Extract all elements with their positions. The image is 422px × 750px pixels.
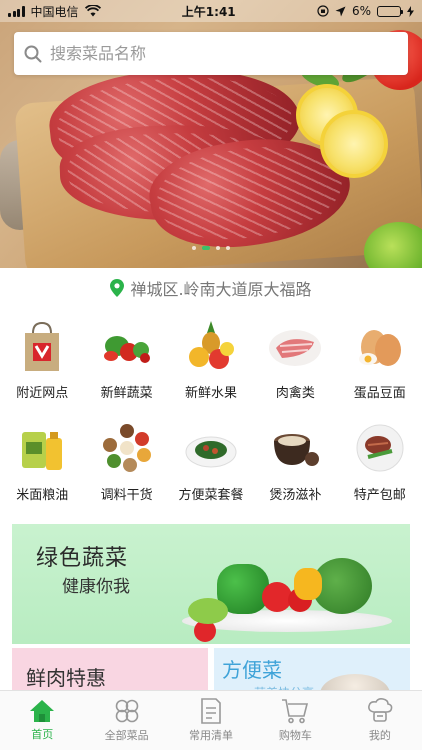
tab-label: 购物车 <box>278 729 312 742</box>
battery-icon <box>376 5 403 17</box>
oil-rice-icon <box>22 432 63 470</box>
app-screen: 中国电信 上午1:41 6% 搜索菜品名称 禅城区.岭南大道原大福路 附近网点 … <box>0 0 422 750</box>
orientation-lock-icon <box>317 5 329 17</box>
category-label: 调料干货 <box>100 488 153 503</box>
green-vegetables-banner[interactable]: 绿色蔬菜 健康你我 <box>12 524 410 644</box>
category-grid: 附近网点 新鲜蔬菜 新鲜水果 肉禽类 蛋品豆面 米面粮油 调料干货 方便菜套餐 … <box>0 318 422 510</box>
location-text: 禅城区.岭南大道原大福路 <box>130 280 312 299</box>
battery-percent: 6% <box>351 4 371 18</box>
home-icon <box>30 700 55 722</box>
card-title: 方便菜 <box>222 658 282 682</box>
charging-bolt-icon <box>406 5 414 17</box>
eggs-icon <box>358 330 401 366</box>
lettuce-image <box>188 598 228 624</box>
category-label: 新鲜水果 <box>184 386 237 401</box>
clock: 上午1:41 <box>181 4 236 19</box>
location-arrow-icon <box>335 6 346 16</box>
category-fresh-vegetables[interactable]: 新鲜蔬菜 <box>84 318 168 408</box>
tab-all-dishes[interactable]: 全部菜品 <box>84 691 168 750</box>
category-specialty-shipping[interactable]: 特产包邮 <box>338 420 422 510</box>
category-label: 新鲜蔬菜 <box>100 386 153 401</box>
search-icon <box>24 45 42 62</box>
tab-profile[interactable]: 我的 <box>338 691 422 750</box>
map-pin-icon <box>110 279 125 297</box>
banner-title: 绿色蔬菜 <box>36 546 129 571</box>
lemon-slice-image <box>320 110 388 178</box>
carousel-dot[interactable] <box>192 246 196 250</box>
tab-frequent-list[interactable]: 常用清单 <box>169 691 253 750</box>
fruits-icon <box>188 321 234 369</box>
tab-home[interactable]: 首页 <box>0 691 84 750</box>
category-label: 米面粮油 <box>16 488 69 503</box>
carousel-dot[interactable] <box>216 246 220 250</box>
carousel-dot-active[interactable] <box>202 246 210 250</box>
carousel-indicator[interactable] <box>192 246 230 250</box>
category-convenience-meals[interactable]: 方便菜套餐 <box>169 420 253 510</box>
carousel-dot[interactable] <box>226 246 230 250</box>
soup-pot-icon <box>274 434 320 466</box>
category-spices-dried[interactable]: 调料干货 <box>84 420 168 510</box>
category-label: 特产包邮 <box>353 488 406 503</box>
tab-label: 全部菜品 <box>104 729 149 742</box>
vegetables-icon <box>103 336 150 363</box>
wifi-icon <box>84 5 101 17</box>
meat-icon <box>269 330 322 366</box>
search-bar[interactable] <box>14 32 408 75</box>
bottom-tab-bar: 首页 全部菜品 常用清单 购物车 我的 <box>0 690 422 750</box>
tab-label: 常用清单 <box>189 729 234 742</box>
category-label: 煲汤滋补 <box>269 488 322 503</box>
shop-bag-icon <box>25 321 60 371</box>
chef-hat-icon <box>367 698 393 722</box>
tab-label: 首页 <box>31 728 54 741</box>
spices-icon <box>102 424 151 472</box>
carrier-name: 中国电信 <box>30 4 79 19</box>
category-soup-tonic[interactable]: 煲汤滋补 <box>253 420 337 510</box>
category-nearby-stores[interactable]: 附近网点 <box>0 318 84 408</box>
list-doc-icon <box>201 698 221 724</box>
cart-icon <box>282 699 309 724</box>
category-label: 蛋品豆面 <box>353 386 406 401</box>
search-input[interactable] <box>50 44 390 63</box>
banner-subtitle: 健康你我 <box>62 577 130 597</box>
yellow-pepper-image <box>294 568 322 600</box>
tab-label: 我的 <box>368 729 391 742</box>
category-label: 附近网点 <box>16 386 69 401</box>
cell-signal-icon <box>8 5 25 17</box>
category-label: 方便菜套餐 <box>178 488 244 503</box>
delivery-location[interactable]: 禅城区.岭南大道原大福路 <box>0 270 422 306</box>
tab-cart[interactable]: 购物车 <box>253 691 337 750</box>
category-eggs-tofu[interactable]: 蛋品豆面 <box>338 318 422 408</box>
category-meat-poultry[interactable]: 肉禽类 <box>253 318 337 408</box>
dish-icon <box>185 436 237 468</box>
grid-circles-icon <box>115 699 138 723</box>
category-fresh-fruits[interactable]: 新鲜水果 <box>169 318 253 408</box>
steak-icon <box>356 424 404 472</box>
category-rice-flour-oil[interactable]: 米面粮油 <box>0 420 84 510</box>
card-title: 鲜肉特惠 <box>26 666 106 690</box>
category-label: 肉禽类 <box>275 386 315 401</box>
status-bar: 中国电信 上午1:41 6% <box>0 0 422 22</box>
